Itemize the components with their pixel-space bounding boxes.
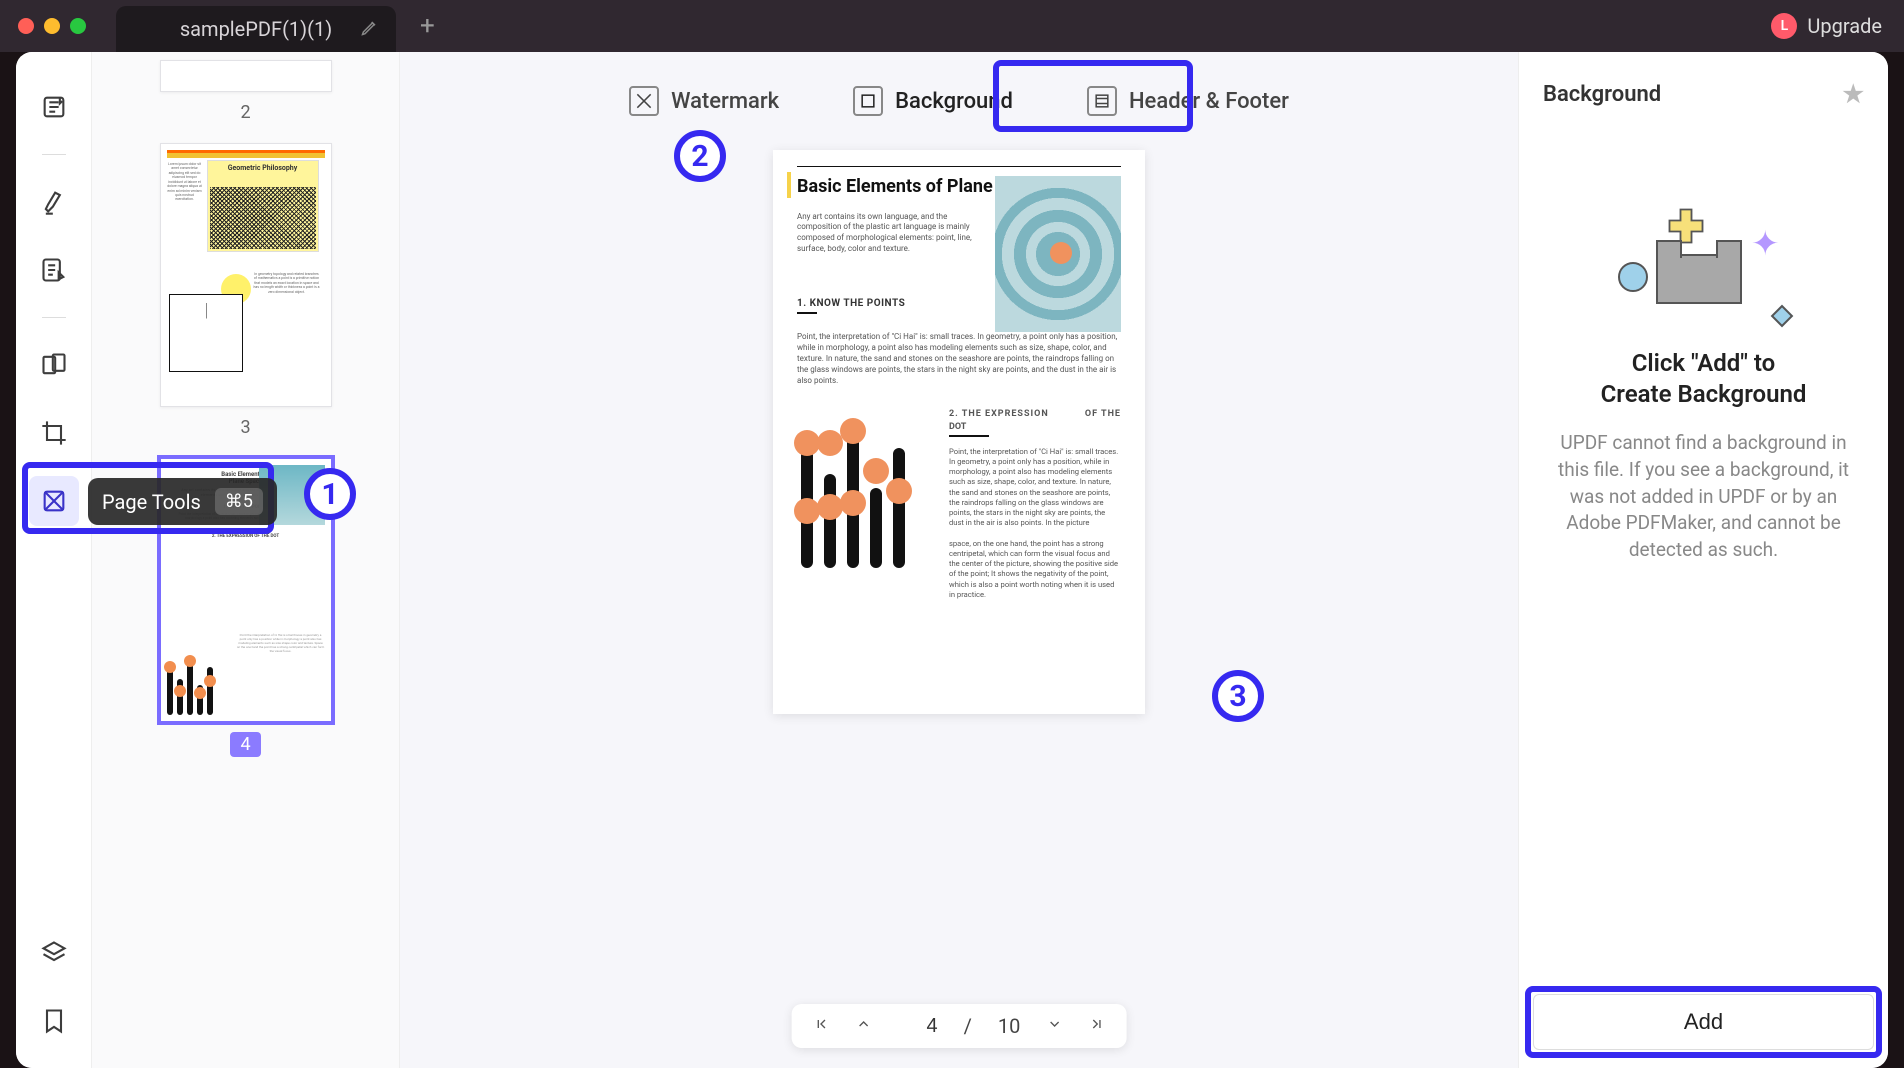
tab-label: Watermark bbox=[671, 89, 779, 114]
annotation-highlight-3: Add bbox=[1525, 986, 1882, 1058]
bookmark-tool[interactable] bbox=[29, 996, 79, 1046]
new-tab-button[interactable]: + bbox=[420, 11, 435, 41]
layers-tool[interactable] bbox=[29, 928, 79, 978]
thumbnail-page-2[interactable]: 2 bbox=[114, 60, 377, 123]
highlighter-tool[interactable] bbox=[29, 177, 79, 227]
doc-body-3: space, on the one hand, the point has a … bbox=[949, 539, 1121, 601]
document-viewport: Watermark Background Header & Footer Bas… bbox=[400, 52, 1518, 1068]
watermark-icon bbox=[629, 86, 659, 116]
annotation-number-3: 3 bbox=[1212, 670, 1264, 722]
tab-header-footer[interactable]: Header & Footer bbox=[1069, 76, 1307, 126]
empty-state-title: Click "Add" to Create Background bbox=[1543, 348, 1864, 410]
doc-heading-2: 2. THE EXPRESSION OF THE bbox=[949, 408, 1121, 420]
annotation-number-2: 2 bbox=[674, 130, 726, 182]
tab-title: samplePDF(1)(1) bbox=[180, 17, 332, 41]
last-page-icon[interactable] bbox=[1088, 1016, 1104, 1037]
upgrade-label: Upgrade bbox=[1807, 14, 1882, 38]
empty-state-description: UPDF cannot find a background in this fi… bbox=[1543, 430, 1864, 563]
first-page-icon[interactable] bbox=[814, 1016, 830, 1037]
doc-image-bottom bbox=[797, 408, 929, 568]
annotation-number-1: 1 bbox=[304, 468, 356, 520]
crop-tool[interactable] bbox=[29, 408, 79, 458]
thumbnail-number: 4 bbox=[230, 732, 260, 757]
left-icon-bar bbox=[16, 52, 92, 1068]
thumbnail-panel[interactable]: 2 Lorem ipsum dolor sit amet consectetur… bbox=[92, 52, 400, 1068]
tab-background[interactable]: Background bbox=[835, 76, 1031, 126]
prev-page-icon[interactable] bbox=[856, 1016, 872, 1037]
thumbnail-image: Lorem ipsum dolor sit amet consectetur a… bbox=[160, 143, 332, 407]
page-tools-tool[interactable] bbox=[29, 476, 79, 526]
add-background-button[interactable]: Add bbox=[1533, 994, 1874, 1050]
empty-state-illustration: ✦ bbox=[1624, 218, 1784, 328]
minimize-window-icon[interactable] bbox=[44, 18, 60, 34]
page-tools-tooltip: Page Tools ⌘5 bbox=[88, 478, 277, 525]
favorite-icon[interactable]: ★ bbox=[1842, 80, 1864, 108]
maximize-window-icon[interactable] bbox=[70, 18, 86, 34]
window-controls bbox=[18, 18, 86, 34]
close-window-icon[interactable] bbox=[18, 18, 34, 34]
edit-text-tool[interactable] bbox=[29, 245, 79, 295]
page-separator: / bbox=[964, 1014, 972, 1038]
thumbnail-image bbox=[160, 60, 332, 92]
thumbnail-number: 2 bbox=[114, 102, 377, 123]
separator-icon bbox=[42, 317, 66, 318]
user-avatar[interactable]: L bbox=[1771, 13, 1797, 39]
tab-label: Background bbox=[895, 89, 1013, 114]
doc-image-top bbox=[995, 176, 1121, 332]
document-page[interactable]: Basic Elements of Plane Space Any art co… bbox=[773, 150, 1145, 714]
doc-lead: Any art contains its own language, and t… bbox=[797, 212, 977, 255]
app-window: 2 Lorem ipsum dolor sit amet consectetur… bbox=[16, 52, 1888, 1068]
separator-icon bbox=[42, 154, 66, 155]
titlebar: samplePDF(1)(1) + L Upgrade bbox=[0, 0, 1904, 52]
upgrade-area[interactable]: L Upgrade bbox=[1771, 13, 1882, 39]
doc-body-2: Point, the interpretation of "Ci Hai" is… bbox=[949, 447, 1121, 529]
total-pages: 10 bbox=[998, 1014, 1020, 1038]
thumbnail-number: 3 bbox=[114, 417, 377, 438]
tab-label: Header & Footer bbox=[1129, 89, 1289, 114]
organize-pages-tool[interactable] bbox=[29, 340, 79, 390]
panel-title: Background bbox=[1543, 82, 1661, 107]
document-tab[interactable]: samplePDF(1)(1) bbox=[116, 6, 396, 52]
background-icon bbox=[853, 86, 883, 116]
next-page-icon[interactable] bbox=[1046, 1016, 1062, 1037]
properties-panel: Background ★ ✦ Click "Add" to Create Bac… bbox=[1518, 52, 1888, 1068]
tooltip-shortcut: ⌘5 bbox=[215, 488, 263, 515]
reader-tool[interactable] bbox=[29, 82, 79, 132]
rename-tab-icon[interactable] bbox=[360, 17, 380, 41]
current-page-input[interactable] bbox=[898, 1015, 938, 1038]
header-footer-icon bbox=[1087, 86, 1117, 116]
doc-body-1: Point, the interpretation of "Ci Hai" is… bbox=[797, 332, 1121, 386]
thumbnail-page-3[interactable]: Lorem ipsum dolor sit amet consectetur a… bbox=[114, 143, 377, 438]
tab-watermark[interactable]: Watermark bbox=[611, 76, 797, 126]
tooltip-label: Page Tools bbox=[102, 490, 201, 514]
page-navigator: / 10 bbox=[792, 1004, 1127, 1048]
